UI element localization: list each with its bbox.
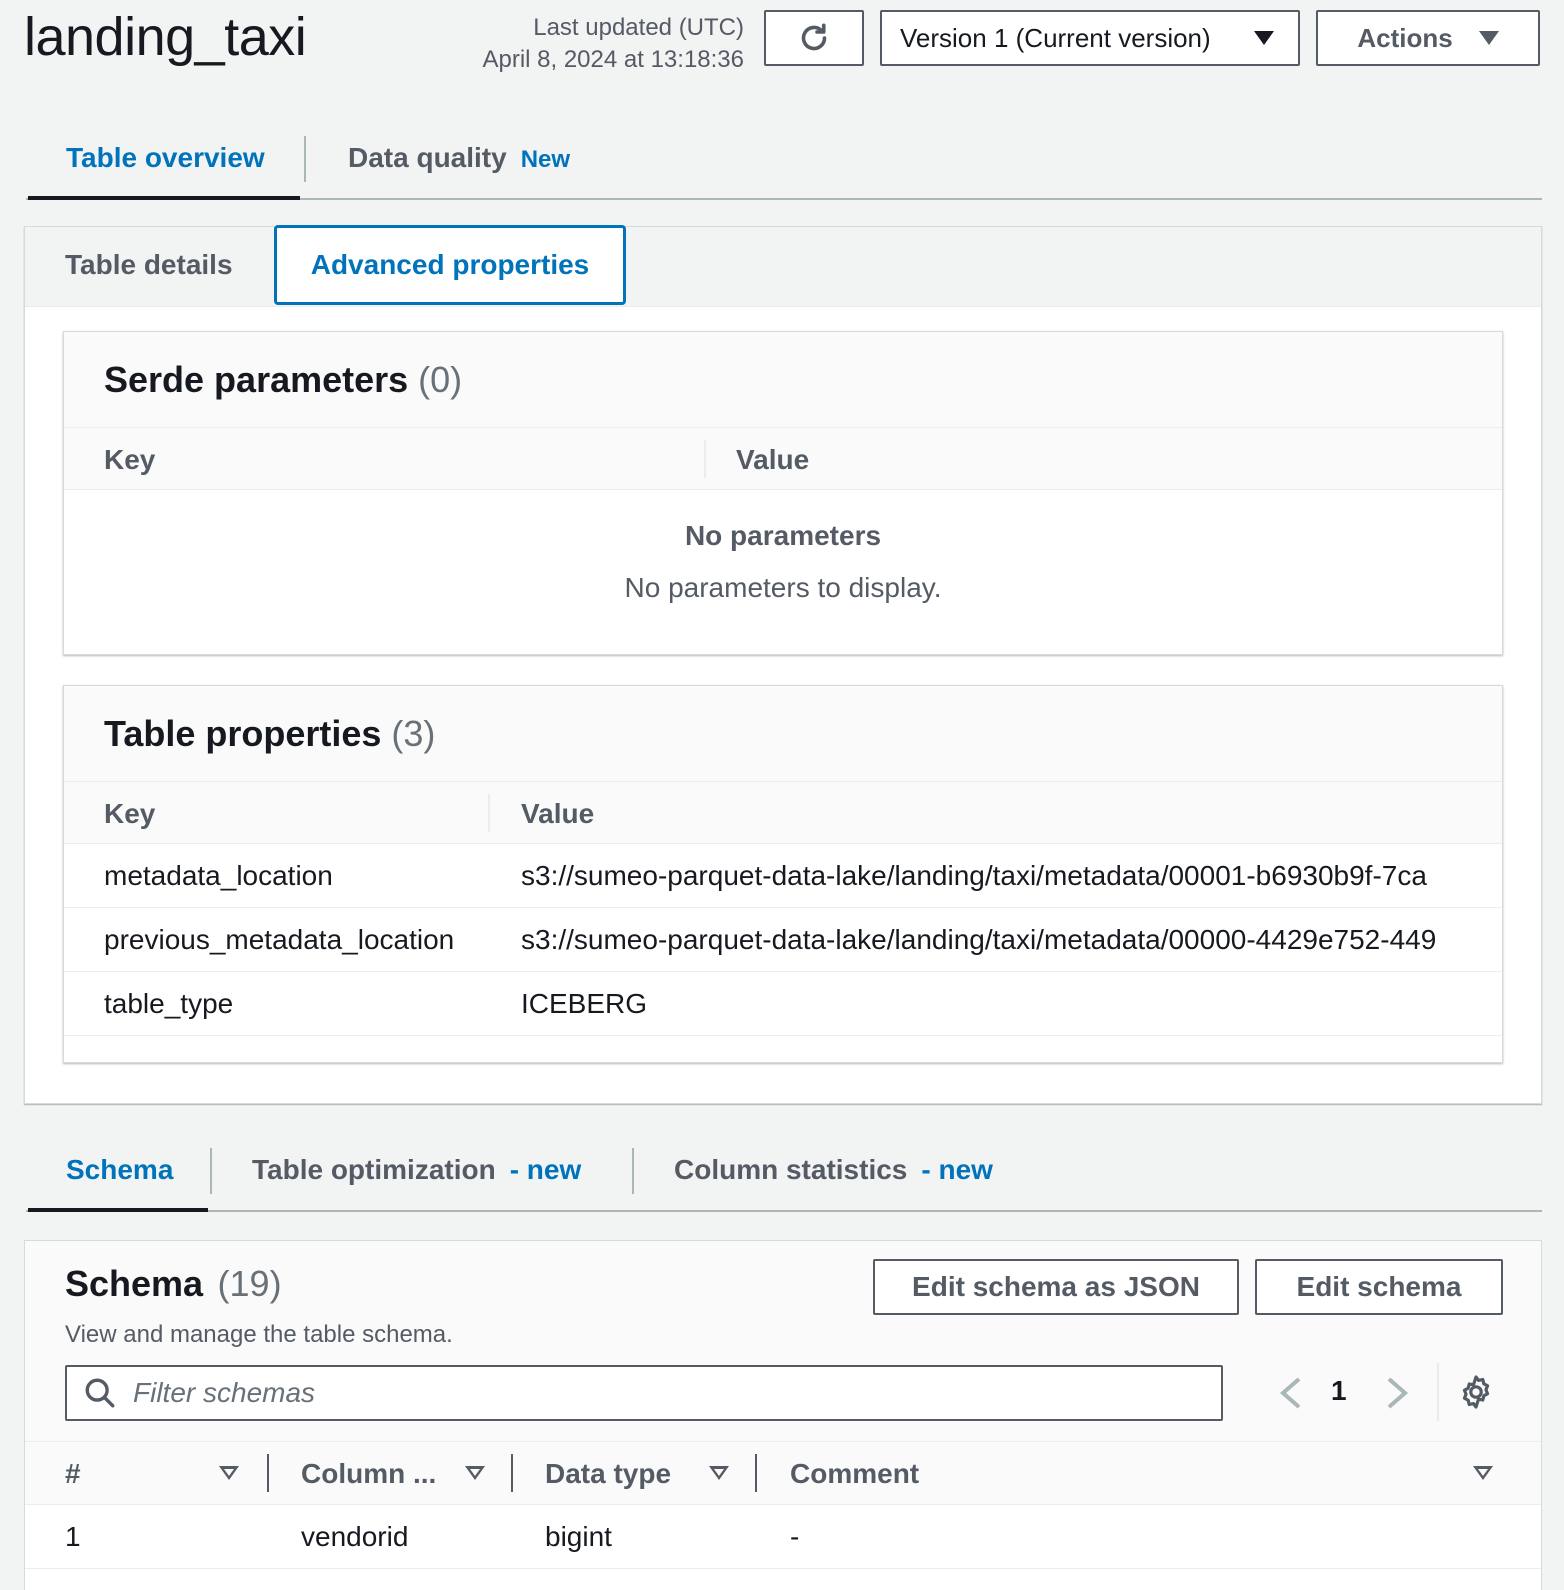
serde-table-header: Key Value: [64, 428, 1502, 490]
property-value: ICEBERG: [521, 988, 648, 1019]
pagination-current-page[interactable]: 1: [1331, 1375, 1347, 1407]
column-name: vendorid: [301, 1521, 409, 1552]
data-type: bigint: [545, 1521, 612, 1552]
serde-panel-header: Serde parameters (0): [64, 332, 1502, 428]
refresh-icon: [801, 23, 827, 51]
table-row: metadata_location s3://sumeo-parquet-dat…: [64, 844, 1502, 908]
page-title: landing_taxi: [24, 7, 307, 67]
last-updated: Last updated (UTC) April 8, 2024 at 13:1…: [430, 12, 744, 76]
property-key: table_type: [104, 988, 234, 1019]
active-tab-indicator: [28, 196, 300, 200]
empty-state: No parameters No parameters to display.: [64, 490, 1502, 604]
sort-icon[interactable]: [465, 1466, 485, 1480]
serde-col-key: Key: [104, 444, 156, 475]
version-select[interactable]: Version 1 (Current version): [880, 10, 1300, 66]
table-overview-container: Table details Advanced properties Serde …: [24, 225, 1542, 1104]
table-properties-count: (3): [391, 712, 436, 754]
filter-schemas-input[interactable]: [133, 1377, 1133, 1409]
tab-table-overview[interactable]: Table overview: [66, 142, 265, 174]
search-icon: [85, 1378, 115, 1408]
schema-count: (19): [217, 1263, 282, 1304]
edit-schema-json-button[interactable]: Edit schema as JSON: [873, 1259, 1239, 1315]
tab-column-statistics-label: Column statistics: [674, 1154, 908, 1185]
column-divider[interactable]: [755, 1454, 757, 1492]
property-value: s3://sumeo-parquet-data-lake/landing/tax…: [521, 860, 1427, 891]
serde-title: Serde parameters: [104, 358, 409, 400]
tab-data-quality-label: Data quality: [348, 142, 507, 173]
schema-description: View and manage the table schema.: [65, 1321, 453, 1348]
schema-header: Schema (19) View and manage the table sc…: [25, 1241, 1541, 1441]
column-divider: [488, 794, 490, 832]
tab-divider: [210, 1148, 212, 1194]
tab-table-optimization[interactable]: Table optimization - new: [252, 1154, 581, 1186]
sort-icon[interactable]: [709, 1466, 729, 1480]
col-header-index[interactable]: #: [65, 1458, 81, 1490]
tab-data-quality[interactable]: Data quality New: [348, 142, 570, 174]
serde-col-value: Value: [736, 444, 810, 475]
gear-icon[interactable]: [1457, 1373, 1495, 1411]
column-divider[interactable]: [511, 1454, 513, 1492]
tab-schema[interactable]: Schema: [66, 1154, 173, 1186]
tab-table-optimization-label: Table optimization: [252, 1154, 496, 1185]
props-col-key: Key: [104, 798, 156, 829]
empty-state-text: No parameters to display.: [624, 572, 942, 603]
new-badge: New: [520, 146, 571, 173]
table-properties-panel: Table properties (3) Key Value metadata_…: [63, 685, 1503, 1063]
actions-button-label: Actions: [1357, 22, 1453, 53]
column-divider[interactable]: [267, 1454, 269, 1492]
tab-divider: [304, 136, 306, 182]
table-properties-table-header: Key Value: [64, 782, 1502, 844]
schema-title: Schema: [65, 1263, 204, 1304]
sub-tabs: Table details Advanced properties: [25, 225, 1541, 307]
empty-state-title: No parameters: [684, 520, 882, 551]
last-updated-value: April 8, 2024 at 13:18:36: [482, 46, 744, 73]
tab-divider: [632, 1148, 634, 1194]
tab-advanced-properties[interactable]: Advanced properties: [274, 225, 626, 305]
schema-heading: Schema (19): [65, 1263, 282, 1305]
col-header-column-name[interactable]: Column ...: [301, 1458, 436, 1490]
table-row: previous_metadata_location s3://sumeo-pa…: [64, 908, 1502, 972]
property-key: previous_metadata_location: [104, 924, 455, 955]
active-tab-indicator: [28, 1208, 208, 1212]
sort-icon[interactable]: [1473, 1466, 1493, 1480]
actions-button[interactable]: Actions: [1316, 10, 1540, 66]
last-updated-label: Last updated (UTC): [533, 14, 744, 41]
column-divider: [704, 440, 706, 478]
comment: -: [790, 1521, 800, 1552]
caret-down-icon: [1478, 31, 1499, 45]
tab-column-statistics[interactable]: Column statistics - new: [674, 1154, 993, 1186]
table-properties-header: Table properties (3): [64, 686, 1502, 782]
new-badge: - new: [509, 1154, 582, 1185]
schema-card: Schema (19) View and manage the table sc…: [24, 1240, 1542, 1590]
pagination-divider: [1437, 1363, 1439, 1421]
sort-icon[interactable]: [219, 1466, 239, 1480]
tab-table-details[interactable]: Table details: [65, 249, 233, 281]
version-select-label: Version 1 (Current version): [900, 22, 1211, 53]
table-row[interactable]: 1 vendorid bigint -: [25, 1505, 1541, 1569]
refresh-button[interactable]: [764, 10, 864, 66]
col-header-data-type[interactable]: Data type: [545, 1458, 671, 1490]
row-index: 1: [65, 1521, 81, 1552]
caret-down-icon: [1254, 31, 1274, 45]
main-tabs: Table overview Data quality New: [26, 120, 1542, 200]
schema-tabs: Schema Table optimization - new Column st…: [26, 1132, 1542, 1212]
serde-parameters-panel: Serde parameters (0) Key Value No parame…: [63, 331, 1503, 655]
chevron-right-icon[interactable]: [1383, 1375, 1411, 1411]
new-badge: - new: [921, 1154, 993, 1185]
table-row: table_type ICEBERG: [64, 972, 1502, 1036]
table-properties-title: Table properties: [104, 712, 382, 754]
property-value: s3://sumeo-parquet-data-lake/landing/tax…: [521, 924, 1437, 955]
col-header-comment[interactable]: Comment: [790, 1458, 919, 1490]
props-col-value: Value: [521, 798, 595, 829]
edit-schema-button[interactable]: Edit schema: [1255, 1259, 1503, 1315]
filter-schemas-search[interactable]: [65, 1365, 1223, 1421]
property-key: metadata_location: [104, 860, 333, 891]
schema-table-header: # Column ... Data type Comment: [25, 1441, 1541, 1505]
serde-count: (0): [418, 358, 463, 400]
chevron-left-icon[interactable]: [1277, 1375, 1305, 1411]
